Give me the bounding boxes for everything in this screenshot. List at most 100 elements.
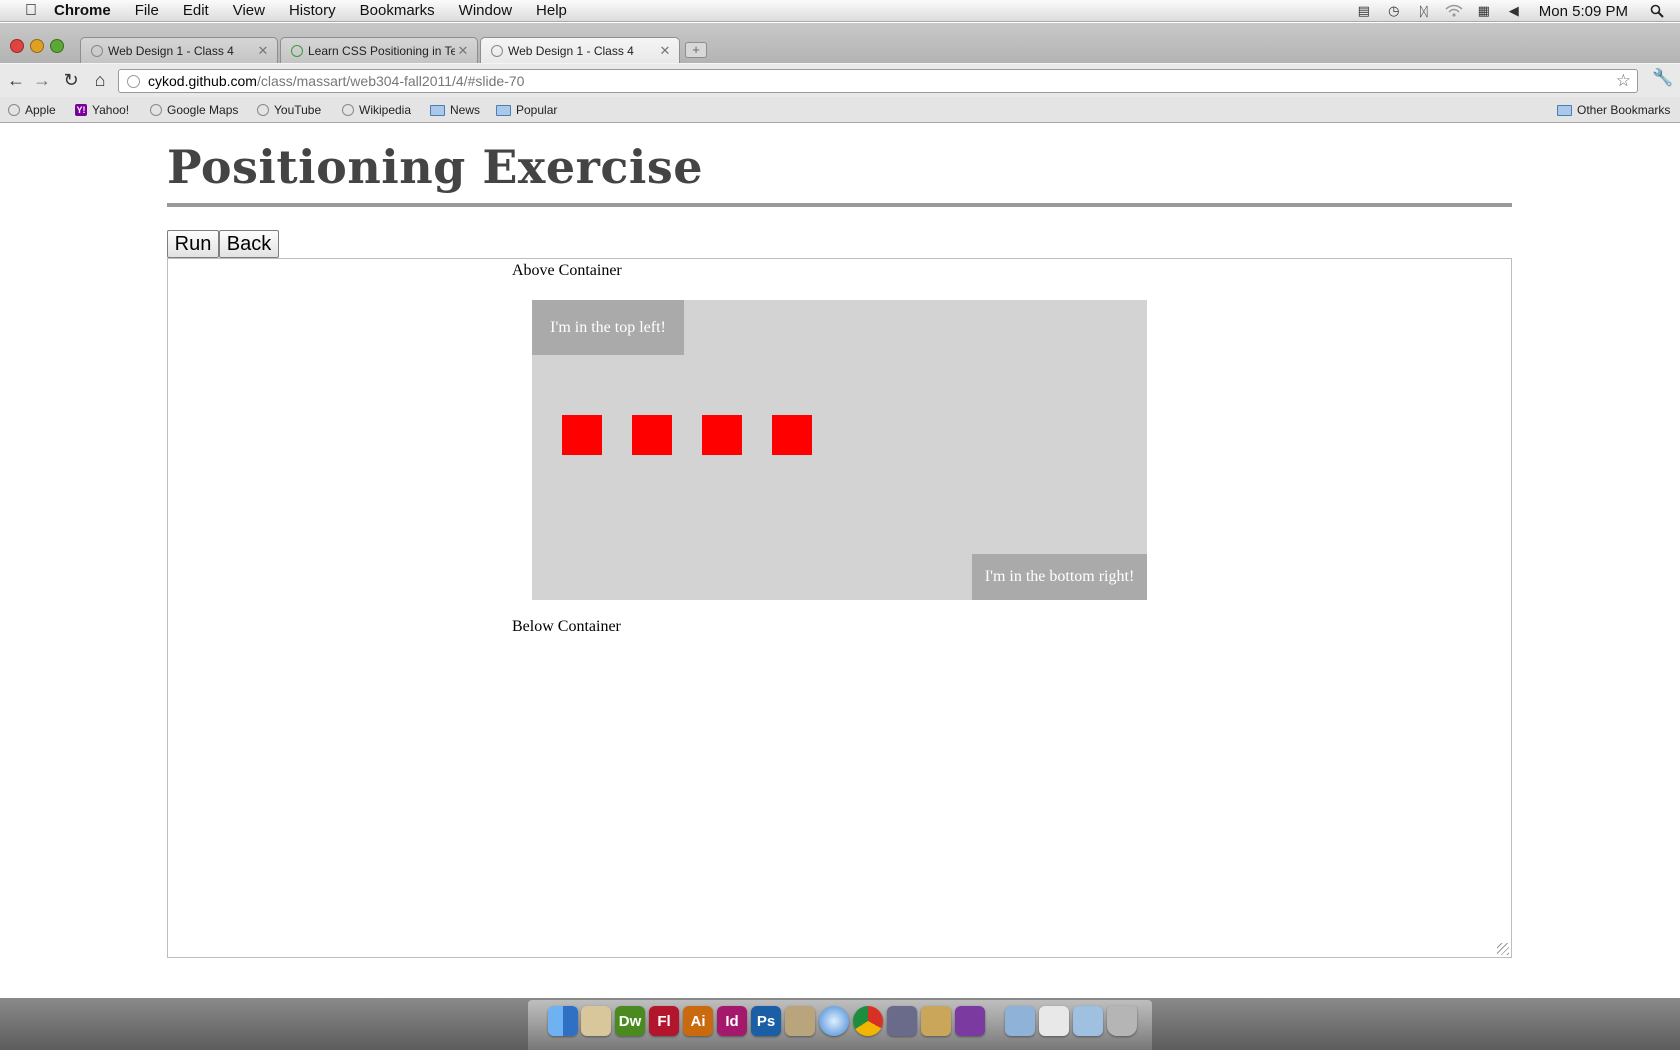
back-button[interactable]: Back	[219, 230, 279, 258]
photoshop-icon[interactable]: Ps	[751, 1006, 781, 1036]
mac-menu-bar:  Chrome File Edit View History Bookmark…	[0, 0, 1680, 22]
bookmark-label: News	[450, 103, 481, 117]
above-container-text: Above Container	[512, 262, 622, 279]
purple-app-icon[interactable]	[955, 1006, 985, 1036]
home-icon[interactable]: ⌂	[88, 68, 112, 92]
bookmark-label: Other Bookmarks	[1577, 103, 1671, 117]
globe-icon	[257, 104, 269, 116]
menu-help[interactable]: Help	[524, 0, 579, 22]
bookmark-label: Wikipedia	[359, 103, 412, 117]
tab-web-design-1-active[interactable]: Web Design 1 - Class 4 ✕	[480, 37, 680, 63]
folder-icon	[430, 104, 445, 116]
tab-strip: Web Design 1 - Class 4 ✕ Learn CSS Posit…	[0, 23, 1680, 63]
bookmark-folder-other[interactable]: Other Bookmarks	[1557, 103, 1670, 117]
trash-icon[interactable]	[1107, 1006, 1137, 1036]
character-app-icon[interactable]	[921, 1006, 951, 1036]
zoom-window-button[interactable]	[50, 39, 64, 53]
menu-clock[interactable]: Mon 5:09 PM	[1529, 3, 1642, 20]
preview-icon[interactable]	[581, 1006, 611, 1036]
bookmark-folder-popular[interactable]: Popular	[496, 103, 557, 117]
tab-learn-css-positioning[interactable]: Learn CSS Positioning in Ten ✕	[280, 37, 478, 63]
bookmark-folder-news[interactable]: News	[430, 103, 480, 117]
globe-icon	[8, 104, 20, 116]
bookmark-star-icon[interactable]: ☆	[1616, 71, 1631, 91]
tab-title: Web Design 1 - Class 4	[108, 43, 234, 58]
wrench-menu-icon[interactable]: 🔧	[1652, 68, 1673, 88]
bottom-right-box: I'm in the bottom right!	[972, 554, 1147, 600]
bookmark-label: Apple	[25, 103, 56, 117]
globe-icon	[150, 104, 162, 116]
flash-icon[interactable]: Fl	[649, 1006, 679, 1036]
below-container-text: Below Container	[512, 618, 621, 635]
browser-toolbar: ← → ↻ ⌂ cykod.github.com /class/massart/…	[0, 63, 1680, 97]
yahoo-icon: Y!	[75, 104, 87, 116]
page-title: Positioning Exercise	[167, 140, 703, 194]
globe-icon	[91, 44, 103, 57]
bookmark-apple[interactable]: Apple	[8, 103, 56, 117]
red-square	[772, 415, 812, 455]
status-menus: ▤ ◷ ᛞ ▦ ◀ Mon 5:09 PM	[1349, 0, 1680, 22]
dreamweaver-icon[interactable]: Dw	[615, 1006, 645, 1036]
illustrator-icon[interactable]: Ai	[683, 1006, 713, 1036]
time-machine-icon[interactable]: ◷	[1383, 3, 1405, 19]
title-divider	[167, 203, 1512, 207]
red-square	[632, 415, 672, 455]
red-square	[562, 415, 602, 455]
globe-icon	[491, 44, 503, 57]
minimize-window-button[interactable]	[30, 39, 44, 53]
chrome-icon[interactable]	[853, 1006, 883, 1036]
spotlight-search-icon[interactable]	[1646, 3, 1668, 19]
menu-window[interactable]: Window	[447, 0, 524, 22]
tab-title: Web Design 1 - Class 4	[508, 43, 634, 58]
bookmark-youtube[interactable]: YouTube	[257, 103, 321, 117]
back-arrow-icon[interactable]: ←	[4, 68, 28, 92]
bookmark-label: Popular	[516, 103, 558, 117]
address-bar[interactable]: cykod.github.com /class/massart/web304-f…	[118, 69, 1638, 93]
script-menu-icon[interactable]: ▤	[1353, 3, 1375, 19]
close-tab-icon[interactable]: ✕	[657, 43, 673, 59]
bookmark-label: YouTube	[274, 103, 322, 117]
applications-folder-icon[interactable]	[1005, 1006, 1035, 1036]
bookmark-yahoo[interactable]: Y! Yahoo!	[75, 103, 129, 117]
folder-icon	[1557, 104, 1572, 116]
globe-icon	[342, 104, 354, 116]
menu-bookmarks[interactable]: Bookmarks	[348, 0, 447, 22]
close-tab-icon[interactable]: ✕	[255, 43, 271, 59]
documents-stack-icon[interactable]	[1039, 1006, 1069, 1036]
indesign-icon[interactable]: Id	[717, 1006, 747, 1036]
bluetooth-icon[interactable]: ᛞ	[1413, 3, 1435, 19]
positioning-container: I'm in the top left! I'm in the bottom r…	[532, 300, 1147, 600]
downloads-folder-icon[interactable]	[1073, 1006, 1103, 1036]
menu-history[interactable]: History	[277, 0, 348, 22]
menu-chrome[interactable]: Chrome	[44, 0, 123, 22]
apple-menu-icon[interactable]: 	[18, 2, 44, 20]
tab-title: Learn CSS Positioning in Ten	[308, 43, 455, 58]
script-editor-icon[interactable]	[887, 1006, 917, 1036]
menu-file[interactable]: File	[123, 0, 171, 22]
volume-icon[interactable]: ◀	[1503, 3, 1525, 19]
page-info-icon[interactable]	[127, 74, 140, 88]
run-button[interactable]: Run	[167, 230, 219, 258]
forward-arrow-icon[interactable]: →	[30, 68, 54, 92]
tab-web-design-1[interactable]: Web Design 1 - Class 4 ✕	[80, 37, 278, 63]
resize-grip-icon[interactable]	[1497, 943, 1509, 955]
close-tab-icon[interactable]: ✕	[455, 43, 471, 59]
input-menu-icon[interactable]: ▦	[1473, 3, 1495, 19]
new-tab-button[interactable]: +	[685, 42, 707, 58]
menu-view[interactable]: View	[221, 0, 277, 22]
folder-icon	[496, 104, 511, 116]
bookmarks-bar: Apple Y! Yahoo! Google Maps YouTube Wikip…	[0, 97, 1680, 123]
reload-icon[interactable]: ↻	[59, 68, 83, 92]
bookmark-google-maps[interactable]: Google Maps	[150, 103, 238, 117]
mac-dock: Dw Fl Ai Id Ps	[0, 998, 1680, 1050]
close-window-button[interactable]	[10, 39, 24, 53]
bookmark-wikipedia[interactable]: Wikipedia	[342, 103, 411, 117]
safari-icon[interactable]	[819, 1006, 849, 1036]
photo-browser-icon[interactable]	[785, 1006, 815, 1036]
top-left-box: I'm in the top left!	[532, 300, 684, 355]
bookmark-label: Yahoo!	[92, 103, 130, 117]
wifi-icon[interactable]	[1443, 3, 1465, 19]
finder-icon[interactable]	[548, 1006, 578, 1036]
url-path: /class/massart/web304-fall2011/4/#slide-…	[256, 73, 525, 89]
menu-edit[interactable]: Edit	[171, 0, 221, 22]
